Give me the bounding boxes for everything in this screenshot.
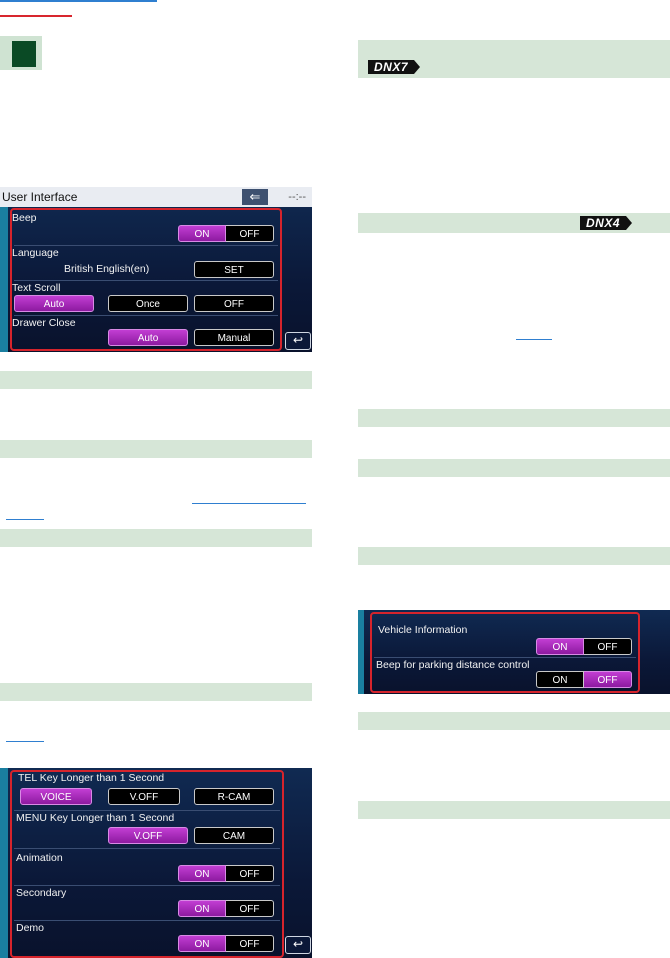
tel-rcam-button[interactable]: R-CAM: [194, 788, 274, 805]
animation-off-button[interactable]: OFF: [226, 865, 274, 882]
section-bar: [0, 440, 312, 458]
tel-voff-button[interactable]: V.OFF: [108, 788, 180, 805]
return-icon[interactable]: ↩: [285, 936, 311, 954]
row-divider: [14, 848, 280, 849]
row-divider: [14, 920, 280, 921]
screen-title-bar: User Interface ⇐ --:--: [0, 187, 312, 207]
secondary-label: Secondary: [16, 887, 67, 899]
reference-link[interactable]: [192, 503, 306, 504]
row-divider: [14, 315, 278, 316]
menu-key-label: MENU Key Longer than 1 Second: [16, 812, 175, 824]
animation-label: Animation: [16, 852, 63, 864]
language-value: British English(en): [64, 263, 150, 275]
scroll-strip[interactable]: [0, 768, 8, 958]
screen-title: User Interface: [2, 190, 78, 204]
reference-link[interactable]: [6, 519, 44, 520]
demo-label: Demo: [16, 922, 45, 934]
section-bar: [358, 409, 670, 427]
reference-link[interactable]: [6, 741, 44, 742]
row-divider: [14, 245, 278, 246]
highlight-frame: Vehicle Information ON OFF Beep for park…: [370, 612, 640, 693]
vehicle-info-off-button[interactable]: OFF: [584, 638, 632, 655]
return-icon[interactable]: ↩: [285, 332, 311, 350]
vehicle-info-on-button[interactable]: ON: [536, 638, 584, 655]
menu-cam-button[interactable]: CAM: [194, 827, 274, 844]
section-bar: [358, 547, 670, 565]
drawer-close-auto-button[interactable]: Auto: [108, 329, 188, 346]
dnx4-logo: DNX4: [580, 216, 633, 230]
tel-key-label: TEL Key Longer than 1 Second: [18, 772, 165, 784]
scroll-strip[interactable]: [358, 610, 364, 694]
reference-link[interactable]: [516, 339, 552, 340]
language-label: Language: [12, 247, 59, 259]
animation-on-button[interactable]: ON: [178, 865, 226, 882]
drawer-close-manual-button[interactable]: Manual: [194, 329, 274, 346]
demo-on-button[interactable]: ON: [178, 935, 226, 952]
section-bar-dnx7: DNX7: [358, 40, 670, 78]
dnx7-logo: DNX7: [368, 60, 421, 74]
beep-on-button[interactable]: ON: [178, 225, 226, 242]
tel-voice-button[interactable]: VOICE: [20, 788, 92, 805]
vehicle-screen: Vehicle Information ON OFF Beep for park…: [358, 610, 670, 694]
beep-parking-off-button[interactable]: OFF: [584, 671, 632, 688]
section-bar: [358, 801, 670, 819]
text-scroll-auto-button[interactable]: Auto: [14, 295, 94, 312]
highlight-frame: Beep ON OFF Language British English(en)…: [10, 208, 282, 351]
back-arrow-icon[interactable]: ⇐: [242, 189, 268, 205]
row-divider: [14, 280, 278, 281]
section-bar: [0, 371, 312, 389]
section-bar-dnx4: DNX4: [358, 213, 670, 233]
secondary-off-button[interactable]: OFF: [226, 900, 274, 917]
row-divider: [14, 810, 280, 811]
key-settings-screen: TEL Key Longer than 1 Second VOICE V.OFF…: [0, 768, 312, 958]
section-bar: [0, 529, 312, 547]
text-scroll-once-button[interactable]: Once: [108, 295, 188, 312]
row-divider: [374, 657, 636, 658]
section-bar: [0, 683, 312, 701]
secondary-on-button[interactable]: ON: [178, 900, 226, 917]
highlight-frame: TEL Key Longer than 1 Second VOICE V.OFF…: [10, 770, 284, 958]
header-link-underline[interactable]: [0, 0, 157, 2]
vehicle-info-label: Vehicle Information: [378, 624, 468, 636]
scroll-strip[interactable]: [0, 207, 8, 352]
drawer-close-label: Drawer Close: [12, 317, 76, 329]
demo-off-button[interactable]: OFF: [226, 935, 274, 952]
section-marker-icon: [12, 41, 36, 67]
text-scroll-off-button[interactable]: OFF: [194, 295, 274, 312]
header-link-underline-red[interactable]: [0, 15, 72, 17]
text-scroll-label: Text Scroll: [12, 282, 61, 294]
beep-label: Beep: [12, 212, 37, 224]
beep-off-button[interactable]: OFF: [226, 225, 274, 242]
section-bar: [358, 459, 670, 477]
section-bar: [358, 712, 670, 730]
language-set-button[interactable]: SET: [194, 261, 274, 278]
beep-parking-on-button[interactable]: ON: [536, 671, 584, 688]
clock: --:--: [288, 191, 306, 203]
row-divider: [14, 885, 280, 886]
user-interface-screen: User Interface ⇐ --:-- Beep ON OFF Langu…: [0, 187, 312, 352]
menu-voff-button[interactable]: V.OFF: [108, 827, 188, 844]
beep-parking-label: Beep for parking distance control: [376, 659, 530, 671]
